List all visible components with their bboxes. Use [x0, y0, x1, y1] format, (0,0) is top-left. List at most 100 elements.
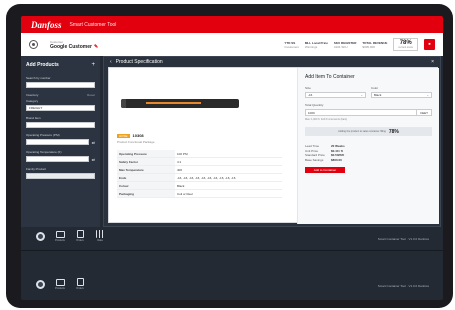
temp-range: ⇄	[26, 156, 95, 162]
footer-text-2: Smart Container Tool · V1.0.0 Danfoss	[377, 284, 429, 288]
hose-stripe	[146, 102, 201, 104]
product-image	[117, 76, 297, 131]
nav-products[interactable]: Products	[53, 230, 67, 242]
customer-header: Customer Google Customer ✎ YTD SS Customer…	[21, 33, 443, 56]
inventory-row: Inventory Reset	[26, 93, 95, 97]
nav-data[interactable]: Data	[93, 230, 107, 242]
monitor-icon	[55, 278, 65, 286]
category-select[interactable]: FREIGHT	[26, 105, 95, 111]
stat-1: YTD SS Customers	[284, 40, 299, 49]
gear-icon	[35, 231, 45, 241]
nav-settings-2[interactable]	[33, 279, 47, 289]
close-icon[interactable]: ×	[431, 59, 434, 65]
quantity-field[interactable]: 1000 FEET	[305, 109, 432, 116]
qty-value[interactable]: 1000	[306, 110, 416, 115]
document-icon	[76, 278, 84, 286]
swap-icon: ⇄	[91, 139, 95, 145]
customer-icon	[29, 40, 38, 49]
app-screen: Danfoss Smart Customer Tool Customer Goo…	[21, 16, 443, 300]
cart-button[interactable]: ▪	[424, 39, 435, 50]
tool-title: Smart Customer Tool	[69, 21, 117, 28]
swap-icon: ⇄	[91, 156, 95, 162]
category-label: Category	[26, 99, 39, 103]
back-icon[interactable]: ‹	[110, 59, 112, 65]
product-code-row: HOSE 10308	[117, 133, 297, 138]
add-to-container-button[interactable]: Add to Container	[305, 167, 345, 173]
temp-label: Operating Temperature (F)	[26, 150, 62, 154]
size-color-row: Size -16 ⌄ Color Black ⌄	[305, 86, 432, 103]
hose-image	[121, 99, 239, 108]
size-select[interactable]: -16 ⌄	[305, 92, 366, 98]
brand-input[interactable]	[26, 122, 95, 128]
fill-text: Adding the product to sales container fi…	[338, 130, 386, 133]
brand-logo: Danfoss	[31, 19, 62, 30]
nav-products-2[interactable]: Products	[53, 278, 67, 290]
stat-3: SKU REGISTER 4101 SKU	[333, 40, 357, 49]
qty-help: Max: 1,000 ft. Full ft increments (bars)	[305, 118, 348, 121]
fill-bar: Adding the product to sales container fi…	[305, 127, 432, 136]
modal-header: ‹ Product Specification ×	[104, 57, 440, 66]
product-badge: HOSE	[117, 133, 130, 138]
search-label: Search by number	[26, 76, 51, 80]
size-label: Size	[305, 86, 311, 90]
product-description: Product Functional Package	[117, 140, 155, 144]
chevron-down-icon: ⌄	[360, 93, 363, 97]
size-group: Size -16 ⌄	[305, 86, 366, 103]
color-label: Color	[371, 86, 379, 90]
product-pane: HOSE 10308 Product Functional Package Op…	[117, 76, 297, 198]
sidebar: Add Products + Search by number Inventor…	[21, 56, 100, 227]
stat-4: TOTAL REVENUE $305,000	[362, 40, 388, 49]
hose-end	[121, 99, 126, 108]
table-row: Ends -16, -16, -16, -16, -16, -16, -16, -…	[117, 173, 282, 182]
footer-text-1: Smart Container Tool · V1.0.0 Danfoss	[377, 237, 429, 241]
add-title: Add Item To Container	[305, 74, 355, 80]
modal-title: Product Specification	[115, 58, 163, 65]
pressure-label: Operating Pressure (PSI)	[26, 133, 60, 137]
sidebar-header: Add Products +	[26, 62, 95, 68]
add-icon[interactable]: +	[91, 62, 95, 68]
stats-group: YTD SS Customers MLL Local Price Winnings …	[284, 38, 435, 51]
edit-icon[interactable]: ✎	[94, 44, 98, 50]
info-row: Base Savings $800.00	[305, 157, 342, 162]
nav-settings[interactable]	[33, 231, 47, 241]
nav-orders-2[interactable]: Orders	[73, 278, 87, 290]
top-bar: Danfoss Smart Customer Tool	[21, 16, 443, 33]
table-row: Safety Factor 4:1	[117, 157, 282, 166]
color-group: Color Black ⌄	[371, 86, 432, 103]
family-label: Family Product	[26, 167, 47, 171]
gear-icon	[35, 279, 45, 289]
stat-2: MLL Local Price Winnings	[304, 40, 328, 49]
bottom-nav-1: Products Orders Data	[33, 230, 107, 242]
document-icon	[76, 230, 84, 238]
customer-name: Google Customer ✎	[50, 43, 99, 50]
product-code: 10308	[132, 133, 144, 138]
qty-label: Total Quantity	[305, 103, 324, 107]
score-label: current score	[398, 46, 413, 49]
table-row: Colour Black	[117, 181, 282, 190]
spec-table: Operating Pressure 100 PSI Safety Factor 4…	[117, 150, 282, 198]
score-box: 78% current score	[393, 38, 418, 51]
modal-body: HOSE 10308 Product Functional Package Op…	[108, 67, 439, 224]
pressure-range: ⇄	[26, 139, 95, 145]
grid-icon	[96, 230, 104, 238]
bottom-nav-2: Products Orders	[33, 278, 87, 290]
monitor-icon	[55, 230, 65, 238]
chevron-down-icon: ⌄	[426, 93, 429, 97]
table-row: Max Temperature 400	[117, 165, 282, 174]
sidebar-title: Add Products	[26, 62, 59, 68]
customer-block[interactable]: Customer Google Customer ✎	[50, 40, 98, 50]
qty-unit: FEET	[416, 110, 431, 115]
nav-orders[interactable]: Orders	[73, 230, 87, 242]
search-input[interactable]	[26, 82, 95, 88]
reset-link[interactable]: Reset	[87, 93, 95, 97]
table-row: Packaging Coil or Reel	[117, 189, 282, 198]
color-select[interactable]: Black ⌄	[371, 92, 432, 98]
fill-percent: 78%	[388, 128, 399, 135]
temp-min[interactable]	[26, 156, 89, 162]
product-spec-modal: ‹ Product Specification × HOSE 10308 Pro…	[103, 56, 441, 227]
pressure-min[interactable]	[26, 139, 89, 145]
cart-icon: ▪	[428, 41, 431, 48]
brand-label: Brand Item	[26, 116, 41, 120]
family-select[interactable]	[26, 173, 95, 179]
table-row: Operating Pressure 100 PSI	[117, 150, 282, 158]
